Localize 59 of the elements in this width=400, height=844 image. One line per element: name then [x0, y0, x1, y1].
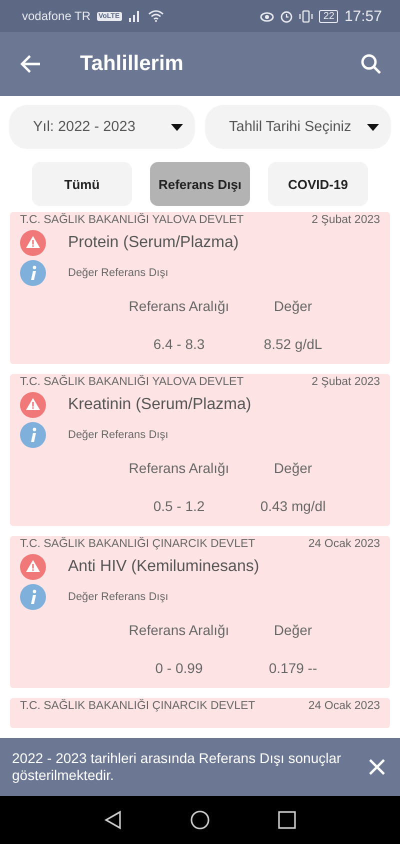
snackbar-message: 2022 - 2023 tarihleri arasında Referans Dışı sonuçlar gösterilmektedir. [12, 750, 342, 784]
dropdown-caret-icon [171, 124, 183, 130]
info-icon [20, 422, 46, 448]
info-icon [20, 584, 46, 610]
hospital-name: T.C. SAĞLIK BAKANLIĞI ÇINARCIK DEVLET [20, 700, 256, 712]
result-value: 8.52 g/dL [264, 336, 322, 352]
vibrate-icon [299, 10, 314, 22]
result-status: Değer Referans Dışı [68, 267, 168, 279]
filter-tab[interactable]: Tümü [32, 162, 132, 206]
home-nav-icon[interactable] [190, 810, 210, 830]
result-value: 0.179 -- [268, 660, 318, 676]
result-date: 2 Şubat 2023 [312, 376, 380, 388]
test-name: Kreatinin (Serum/Plazma) [68, 396, 252, 414]
test-name: Protein (Serum/Plazma) [68, 234, 239, 252]
hospital-name: T.C. SAĞLIK BAKANLIĞI YALOVA DEVLET [20, 376, 244, 388]
hospital-name: T.C. SAĞLIK BAKANLIĞI YALOVA DEVLET [20, 214, 244, 226]
result-date: 2 Şubat 2023 [312, 214, 380, 226]
result-status: Değer Referans Dışı [68, 591, 168, 603]
screen-title: Tahlillerim [80, 52, 184, 76]
reference-range: 6.4 - 8.3 [153, 336, 205, 352]
filter-dropdown[interactable]: Yıl: 2022 - 2023 [9, 105, 195, 149]
result-card[interactable]: T.C. SAĞLIK BAKANLIĞI ÇINARCIK DEVLET 24 Ocak 2023 Anti HIV (Kemiluminesans) Değer Referans Dışı Referans Aralığı Değer 0 - 0.99 0.179 -- [10, 536, 390, 688]
battery-level: 22 [319, 10, 338, 22]
warning-icon [20, 392, 46, 418]
back-nav-icon[interactable] [104, 810, 122, 830]
result-card[interactable]: T.C. SAĞLIK BAKANLIĞI YALOVA DEVLET 2 Şubat 2023 Protein (Serum/Plazma) Değer Referans Dışı Referans Aralığı Değer 6.4 - 8.3 8.52 g/dL [10, 212, 390, 364]
column-label: Referans Aralığı [128, 622, 230, 638]
column-label: Değer [274, 298, 312, 314]
result-card[interactable]: T.C. SAĞLIK BAKANLIĞI ÇINARCIK DEVLET 24 Ocak 2023 [10, 698, 390, 728]
filter-dropdown[interactable]: Tahlil Tarihi Seçiniz [205, 105, 391, 149]
reference-range: 0 - 0.99 [155, 660, 203, 676]
filter-tab[interactable]: COVID-19 [268, 162, 368, 206]
column-label: Değer [274, 622, 312, 638]
warning-icon [20, 554, 46, 580]
reference-range: 0.5 - 1.2 [153, 498, 205, 514]
result-card[interactable]: T.C. SAĞLIK BAKANLIĞI YALOVA DEVLET 2 Şubat 2023 Kreatinin (Serum/Plazma) Değer Referans Dışı Referans Aralığı Değer 0.5 - 1.2 0.43 mg/dl [10, 374, 390, 526]
filter-tab[interactable]: Referans Dışı [150, 162, 250, 206]
recents-nav-icon[interactable] [278, 811, 296, 829]
info-icon [20, 260, 46, 286]
column-label: Referans Aralığı [128, 460, 230, 476]
result-value: 0.43 mg/dl [260, 498, 326, 514]
column-label: Referans Aralığı [128, 298, 230, 314]
carrier-name: vodafone TR [22, 9, 90, 23]
warning-icon [20, 230, 46, 256]
signal-icon [128, 10, 142, 22]
test-name: Anti HIV (Kemiluminesans) [68, 558, 260, 576]
result-date: 24 Ocak 2023 [308, 700, 380, 712]
clock: 17:57 [344, 8, 382, 24]
dropdown-caret-icon [367, 124, 379, 130]
search-button[interactable] [360, 53, 382, 75]
result-date: 24 Ocak 2023 [308, 538, 380, 550]
hospital-name: T.C. SAĞLIK BAKANLIĞI ÇINARCIK DEVLET [20, 538, 256, 550]
result-status: Değer Referans Dışı [68, 429, 168, 441]
wifi-icon [148, 10, 164, 22]
column-label: Değer [274, 460, 312, 476]
close-button[interactable] [368, 758, 386, 776]
eye-icon [260, 10, 274, 22]
alarm-icon [280, 10, 294, 22]
back-button[interactable] [20, 53, 42, 75]
